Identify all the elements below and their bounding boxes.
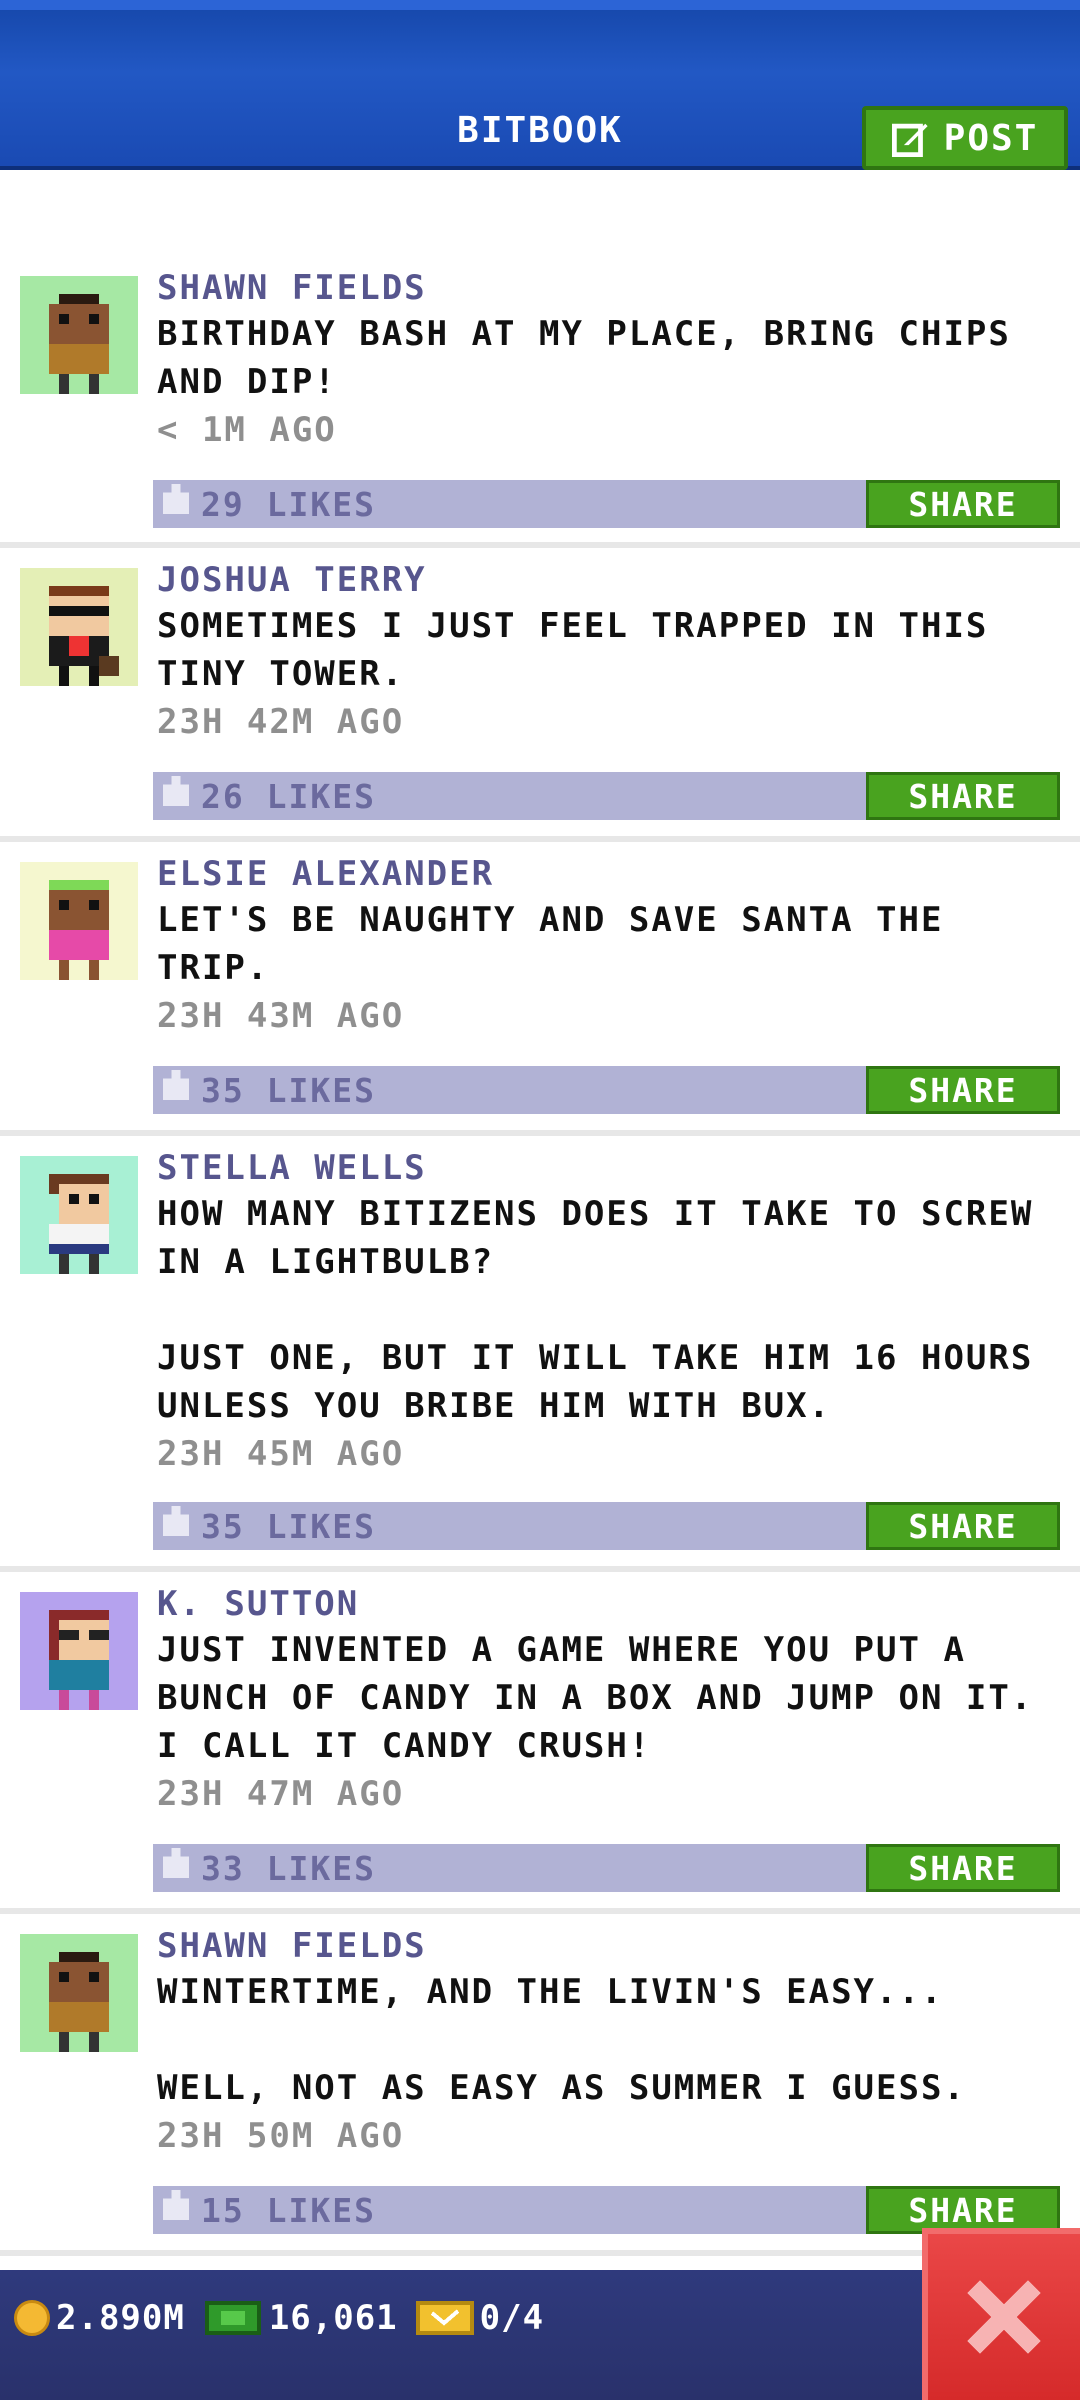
feed-post: JOSHUA TERRY SOMETIMES I JUST FEEL TRAPP… bbox=[0, 548, 1080, 842]
post-text: WINTERTIME, AND THE LIVIN'S EASY... WELL… bbox=[157, 1972, 966, 2108]
feed-post: STELLA WELLS HOW MANY BITIZENS DOES IT T… bbox=[0, 1136, 1080, 1572]
post-author[interactable]: SHAWN FIELDS bbox=[157, 266, 1060, 310]
bux-stat: 16,061 bbox=[203, 2298, 398, 2338]
post-author[interactable]: ELSIE ALEXANDER bbox=[157, 852, 1060, 896]
bux-value: 16,061 bbox=[268, 2298, 398, 2338]
likes-count: 29 LIKES bbox=[201, 484, 376, 524]
brown-hair-girl-icon bbox=[49, 1174, 109, 1274]
post-time: 23H 47M AGO bbox=[157, 1774, 405, 1814]
likes-count: 35 LIKES bbox=[201, 1506, 376, 1546]
tickets-stat: 0/4 bbox=[415, 2298, 545, 2338]
brown-guy-icon bbox=[49, 1952, 109, 2052]
avatar bbox=[20, 568, 138, 686]
sunglasses-guy-icon bbox=[49, 586, 119, 686]
coins-stat: 2.890M bbox=[14, 2298, 185, 2338]
post-text: SOMETIMES I JUST FEEL TRAPPED IN THIS TI… bbox=[157, 606, 989, 694]
share-button[interactable]: SHARE bbox=[866, 480, 1060, 528]
close-button[interactable] bbox=[922, 2228, 1080, 2400]
post-author[interactable]: K. SUTTON bbox=[157, 1582, 1060, 1626]
currency-stats: 2.890M 16,061 0/4 bbox=[14, 2298, 544, 2338]
like-bar: 15 LIKES SHARE bbox=[153, 2186, 1060, 2234]
avatar bbox=[20, 862, 138, 980]
avatar bbox=[20, 1592, 138, 1710]
post-time: 23H 42M AGO bbox=[157, 702, 405, 742]
like-bar: 35 LIKES SHARE bbox=[153, 1066, 1060, 1114]
post-text: LET'S BE NAUGHTY AND SAVE SANTA THE TRIP… bbox=[157, 900, 944, 988]
post-time: < 1M AGO bbox=[157, 410, 337, 450]
post-content: K. SUTTON JUST INVENTED A GAME WHERE YOU… bbox=[157, 1582, 1060, 1818]
bux-icon bbox=[204, 2301, 261, 2335]
edit-icon bbox=[891, 123, 928, 157]
top-bar: BITBOOK POST bbox=[0, 0, 1080, 170]
like-bar: 29 LIKES SHARE bbox=[153, 480, 1060, 528]
like-bar: 35 LIKES SHARE bbox=[153, 1502, 1060, 1550]
like-icon[interactable] bbox=[163, 484, 189, 514]
post-time: 23H 43M AGO bbox=[157, 996, 405, 1036]
feed-post: SHAWN FIELDS WINTERTIME, AND THE LIVIN'S… bbox=[0, 1914, 1080, 2256]
tickets-value: 0/4 bbox=[479, 2298, 545, 2338]
like-icon[interactable] bbox=[163, 1506, 189, 1536]
post-text: JUST INVENTED A GAME WHERE YOU PUT A BUN… bbox=[157, 1630, 1034, 1766]
likes-count: 26 LIKES bbox=[201, 776, 376, 816]
ticket-icon bbox=[415, 2301, 474, 2335]
likes-count: 15 LIKES bbox=[201, 2190, 376, 2230]
post-text: BIRTHDAY BASH AT MY PLACE, BRING CHIPS A… bbox=[157, 314, 1011, 402]
like-bar: 33 LIKES SHARE bbox=[153, 1844, 1060, 1892]
share-button[interactable]: SHARE bbox=[866, 1066, 1060, 1114]
post-button[interactable]: POST bbox=[862, 106, 1068, 170]
share-button[interactable]: SHARE bbox=[866, 1502, 1060, 1550]
coins-value: 2.890M bbox=[56, 2298, 185, 2338]
post-content: STELLA WELLS HOW MANY BITIZENS DOES IT T… bbox=[157, 1146, 1060, 1478]
feed-post: ELSIE ALEXANDER LET'S BE NAUGHTY AND SAV… bbox=[0, 842, 1080, 1136]
feed-post: SHAWN FIELDS BIRTHDAY BASH AT MY PLACE, … bbox=[0, 170, 1080, 548]
avatar bbox=[20, 1156, 138, 1274]
avatar bbox=[20, 276, 138, 394]
like-bar: 26 LIKES SHARE bbox=[153, 772, 1060, 820]
post-text: HOW MANY BITIZENS DOES IT TAKE TO SCREW … bbox=[157, 1194, 1034, 1426]
post-author[interactable]: SHAWN FIELDS bbox=[157, 1924, 1060, 1968]
likes-count: 35 LIKES bbox=[201, 1070, 376, 1110]
bitbook-feed[interactable]: SHAWN FIELDS BIRTHDAY BASH AT MY PLACE, … bbox=[0, 170, 1080, 2270]
post-author[interactable]: JOSHUA TERRY bbox=[157, 558, 1060, 602]
share-button[interactable]: SHARE bbox=[866, 1844, 1060, 1892]
like-icon[interactable] bbox=[163, 776, 189, 806]
avatar bbox=[20, 1934, 138, 2052]
post-content: SHAWN FIELDS WINTERTIME, AND THE LIVIN'S… bbox=[157, 1924, 1060, 2160]
post-content: SHAWN FIELDS BIRTHDAY BASH AT MY PLACE, … bbox=[157, 266, 1060, 454]
feed-post: K. SUTTON JUST INVENTED A GAME WHERE YOU… bbox=[0, 1572, 1080, 1914]
brown-guy-icon bbox=[49, 294, 109, 394]
like-icon[interactable] bbox=[163, 2190, 189, 2220]
post-time: 23H 45M AGO bbox=[157, 1434, 405, 1474]
like-icon[interactable] bbox=[163, 1070, 189, 1100]
post-author[interactable]: STELLA WELLS bbox=[157, 1146, 1060, 1190]
post-button-label: POST bbox=[943, 117, 1039, 159]
coin-icon bbox=[14, 2300, 50, 2336]
green-hair-girl-icon bbox=[49, 880, 109, 980]
close-icon bbox=[967, 2280, 1041, 2354]
post-content: JOSHUA TERRY SOMETIMES I JUST FEEL TRAPP… bbox=[157, 558, 1060, 746]
post-time: 23H 50M AGO bbox=[157, 2116, 405, 2156]
share-button[interactable]: SHARE bbox=[866, 772, 1060, 820]
like-icon[interactable] bbox=[163, 1848, 189, 1878]
share-button[interactable]: SHARE bbox=[866, 2186, 1060, 2234]
glasses-girl-icon bbox=[49, 1610, 109, 1710]
likes-count: 33 LIKES bbox=[201, 1848, 376, 1888]
post-content: ELSIE ALEXANDER LET'S BE NAUGHTY AND SAV… bbox=[157, 852, 1060, 1040]
bottom-status-bar: 2.890M 16,061 0/4 bbox=[0, 2270, 1080, 2400]
